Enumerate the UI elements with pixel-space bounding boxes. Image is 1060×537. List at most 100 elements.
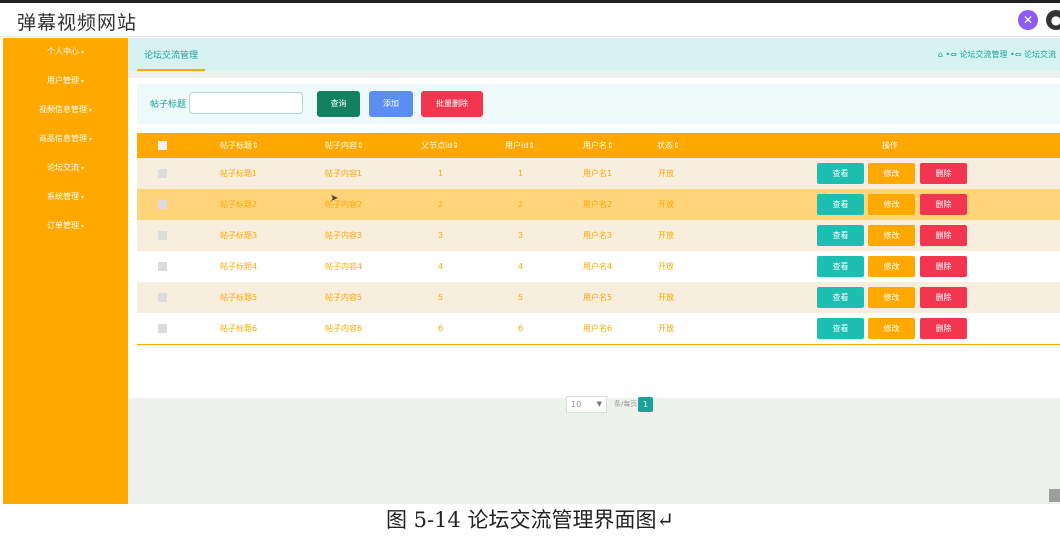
table-header: 帖子标题⇕ 帖子内容⇕ 父节点id⇕ 用户id⇕ 用户名⇕ 状态⇕ 操作	[137, 133, 1060, 158]
chevron-down-icon: ▾	[80, 78, 84, 85]
edit-button[interactable]: 修改	[868, 318, 915, 339]
row-checkbox[interactable]	[158, 231, 167, 240]
cell-parentid: 1	[438, 169, 444, 178]
cell-title: 帖子标题5	[220, 293, 258, 302]
delete-button[interactable]: 删除	[920, 194, 967, 215]
cell-username: 用户名2	[583, 200, 613, 209]
cell-content: 帖子内容6	[325, 324, 363, 333]
page-size-select[interactable]: 10 ▼	[566, 396, 607, 413]
chevron-down-icon: ▾	[80, 194, 84, 201]
cell-parentid: 3	[438, 231, 444, 240]
cell-username: 用户名3	[583, 231, 613, 240]
search-input[interactable]	[189, 92, 303, 114]
data-table: 帖子标题⇕ 帖子内容⇕ 父节点id⇕ 用户id⇕ 用户名⇕ 状态⇕ 操作 帖子标…	[137, 133, 1060, 345]
view-button[interactable]: 查看	[817, 287, 864, 308]
top-header: 弹幕视频网站 ✕ ●	[0, 3, 1060, 37]
delete-button[interactable]: 删除	[920, 287, 967, 308]
view-button[interactable]: 查看	[817, 318, 864, 339]
edit-button[interactable]: 修改	[868, 225, 915, 246]
breadcrumb-item: 论坛交流	[1024, 50, 1056, 59]
column-header[interactable]: 帖子内容⇕	[325, 133, 364, 158]
cell-status: 开放	[658, 293, 674, 302]
cell-status: 开放	[658, 200, 674, 209]
view-button[interactable]: 查看	[817, 163, 864, 184]
table-row[interactable]: 帖子标题1 帖子内容1 1 1 用户名1 开放 查看 修改 删除	[137, 158, 1060, 189]
user-icon[interactable]: ●	[1046, 10, 1060, 30]
row-checkbox[interactable]	[158, 293, 167, 302]
table-row[interactable]: 帖子标题4 帖子内容4 4 4 用户名4 开放 查看 修改 删除	[137, 251, 1060, 282]
site-title: 弹幕视频网站	[17, 12, 138, 34]
cell-title: 帖子标题3	[220, 231, 258, 240]
row-checkbox[interactable]	[158, 169, 167, 178]
cell-title: 帖子标题1	[220, 169, 258, 178]
sidebar-item-video-management[interactable]: 视频信息管理 ▾	[3, 96, 128, 125]
chevron-down-icon: ▾	[80, 165, 84, 172]
cell-title: 帖子标题4	[220, 262, 258, 271]
row-checkbox[interactable]	[158, 262, 167, 271]
palette-icon[interactable]: ✕	[1018, 10, 1038, 30]
cell-content: 帖子内容4	[325, 262, 363, 271]
delete-button[interactable]: 删除	[920, 318, 967, 339]
cell-parentid: 4	[438, 262, 444, 271]
scrollbar-thumb[interactable]	[1049, 489, 1060, 502]
add-button[interactable]: 添加	[369, 91, 413, 117]
cell-parentid: 6	[438, 324, 444, 333]
column-header[interactable]: 帖子标题⇕	[220, 133, 259, 158]
tab-forum-management[interactable]: 论坛交流管理	[137, 48, 206, 71]
row-checkbox[interactable]	[158, 324, 167, 333]
column-header[interactable]: 用户名⇕	[583, 133, 614, 158]
table-row[interactable]: 帖子标题3 帖子内容3 3 3 用户名3 开放 查看 修改 删除	[137, 220, 1060, 251]
cell-userid: 6	[518, 324, 524, 333]
delete-button[interactable]: 删除	[920, 256, 967, 277]
edit-button[interactable]: 修改	[868, 163, 915, 184]
cell-status: 开放	[658, 324, 674, 333]
cell-userid: 3	[518, 231, 524, 240]
cell-content: 帖子内容5	[325, 293, 363, 302]
sidebar-item-personal-center[interactable]: 个人中心 ▾	[3, 38, 128, 67]
chevron-down-icon: ▾	[88, 107, 92, 114]
breadcrumb-item[interactable]: 论坛交流管理	[959, 50, 1007, 59]
search-label: 帖子标题	[150, 100, 187, 110]
sidebar-item-product-management[interactable]: 商品信息管理 ▾	[3, 125, 128, 154]
mouse-cursor-icon: ➤	[330, 193, 339, 204]
sidebar-item-user-management[interactable]: 用户管理 ▾	[3, 67, 128, 96]
cell-userid: 5	[518, 293, 524, 302]
figure-caption: 图 5-14 论坛交流管理界面图↵	[385, 508, 675, 532]
batch-delete-button[interactable]: 批量删除	[421, 91, 483, 117]
table-row[interactable]: 帖子标题5 帖子内容5 5 5 用户名5 开放 查看 修改 删除	[137, 282, 1060, 313]
table-row[interactable]: 帖子标题2 帖子内容2 2 2 用户名2 开放 查看 修改 删除	[137, 189, 1060, 220]
sidebar-item-forum[interactable]: 论坛交流 ▾	[3, 154, 128, 183]
cell-status: 开放	[658, 262, 674, 271]
view-button[interactable]: 查看	[817, 194, 864, 215]
view-button[interactable]: 查看	[817, 256, 864, 277]
column-header[interactable]: 用户id⇕	[505, 133, 535, 158]
cell-userid: 2	[518, 200, 524, 209]
content-card: 帖子标题 查询 添加 批量删除 帖子标题⇕ 帖子内容⇕ 父节点id⇕ 用户id⇕…	[128, 78, 1060, 413]
delete-button[interactable]: 删除	[920, 163, 967, 184]
home-icon[interactable]: ⌂	[938, 50, 943, 59]
table-bottom-border	[137, 344, 1060, 345]
delete-button[interactable]: 删除	[920, 225, 967, 246]
cell-username: 用户名4	[583, 262, 613, 271]
query-button[interactable]: 查询	[317, 91, 360, 117]
edit-button[interactable]: 修改	[868, 256, 915, 277]
edit-button[interactable]: 修改	[868, 287, 915, 308]
sidebar-item-order-management[interactable]: 订单管理 ▾	[3, 212, 128, 241]
tab-bar: 论坛交流管理 ⌂ •⇔ 论坛交流管理 •⇔ 论坛交流	[128, 38, 1060, 71]
page-number-button[interactable]: 1	[638, 397, 653, 412]
sidebar-item-system-management[interactable]: 系统管理 ▾	[3, 183, 128, 212]
chevron-down-icon: ▾	[88, 136, 92, 143]
cell-username: 用户名6	[583, 324, 613, 333]
view-button[interactable]: 查看	[817, 225, 864, 246]
sidebar: 个人中心 ▾ 用户管理 ▾ 视频信息管理 ▾ 商品信息管理 ▾ 论坛交流 ▾ 系统管理 ▾ …	[3, 38, 128, 504]
chevron-down-icon: ▾	[80, 223, 84, 230]
cell-status: 开放	[658, 169, 674, 178]
edit-button[interactable]: 修改	[868, 194, 915, 215]
table-row[interactable]: 帖子标题6 帖子内容6 6 6 用户名6 开放 查看 修改 删除	[137, 313, 1060, 344]
column-header[interactable]: 状态⇕	[657, 133, 680, 158]
column-header[interactable]: 父节点id⇕	[421, 133, 459, 158]
row-checkbox[interactable]	[158, 200, 167, 209]
chevron-down-icon: ▾	[80, 49, 84, 56]
cell-content: 帖子内容3	[325, 231, 363, 240]
select-all-checkbox[interactable]	[158, 141, 167, 150]
